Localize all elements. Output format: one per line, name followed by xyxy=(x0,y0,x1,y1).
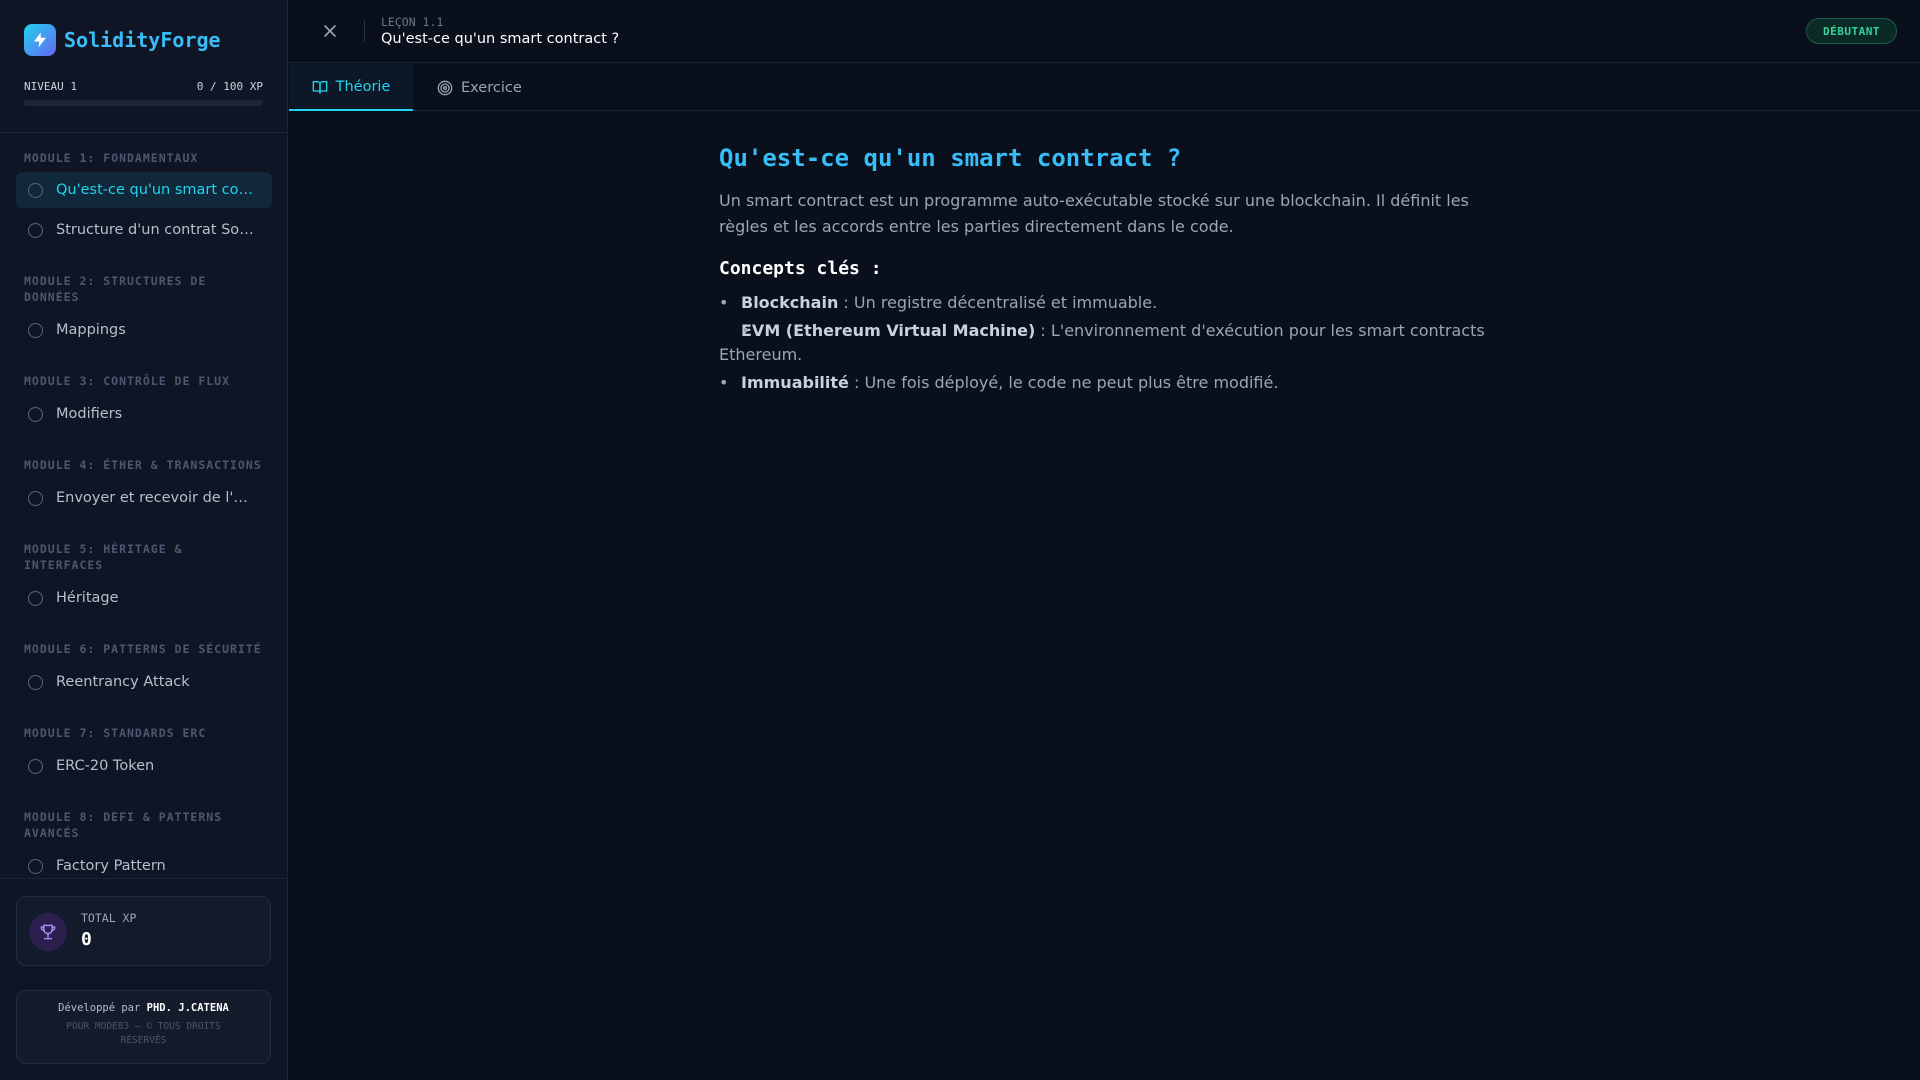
lesson-item-active[interactable]: Qu'est-ce qu'un smart contract ? xyxy=(16,172,272,208)
credits-rights: POUR MODE83 — © TOUS DROITS RÉSERVÉS xyxy=(66,1021,221,1046)
level-row: NIVEAU 1 0 / 100 XP xyxy=(24,80,263,93)
module-title: MODULE 8: DEFI & PATTERNS AVANCÉS xyxy=(24,810,223,840)
circle-icon xyxy=(28,490,43,506)
total-xp-value: 0 xyxy=(81,929,92,950)
lesson-label: Factory Pattern xyxy=(56,858,166,874)
sidebar: SolidityForge NIVEAU 1 0 / 100 XP MODULE… xyxy=(0,0,288,1080)
circle-icon xyxy=(28,858,43,874)
circle-icon xyxy=(28,758,43,774)
module-title: MODULE 2: STRUCTURES DE DONNÉES xyxy=(24,274,207,304)
level-label: NIVEAU 1 xyxy=(24,80,77,93)
module-title: MODULE 6: PATTERNS DE SÉCURITÉ xyxy=(24,642,262,656)
lesson-item[interactable]: Héritage xyxy=(16,580,272,616)
xp-progress-bar xyxy=(24,100,263,106)
module-title: MODULE 3: CONTRÔLE DE FLUX xyxy=(24,374,231,388)
lesson-label: Qu'est-ce qu'un smart contract ? xyxy=(56,182,256,198)
credits-line: Développé par PHD. J.CATENA xyxy=(17,1002,270,1014)
lesson-label: Reentrancy Attack xyxy=(56,674,190,690)
circle-icon xyxy=(28,182,43,198)
close-button[interactable] xyxy=(319,20,341,42)
concept-term: Blockchain xyxy=(741,293,839,312)
lesson-label: Mappings xyxy=(56,322,126,338)
lesson-item[interactable]: ERC-20 Token xyxy=(16,748,272,784)
lesson-label: Structure d'un contrat Solidity xyxy=(56,222,256,238)
target-icon xyxy=(437,80,453,96)
lesson-label: ERC-20 Token xyxy=(56,758,155,774)
circle-icon xyxy=(28,590,43,606)
circle-icon xyxy=(28,406,43,422)
lesson-content: Qu'est-ce qu'un smart contract ? Un smar… xyxy=(719,140,1499,399)
total-xp-card: TOTAL XP 0 xyxy=(16,896,271,966)
content-intro: Un smart contract est un programme auto-… xyxy=(719,191,1469,236)
lightning-icon xyxy=(24,24,56,56)
list-item: Blockchain : Un registre décentralisé et… xyxy=(719,291,1499,315)
brand[interactable]: SolidityForge xyxy=(24,24,221,56)
difficulty-badge: DÉBUTANT xyxy=(1806,18,1897,44)
module-title: MODULE 1: FONDAMENTAUX xyxy=(24,151,199,165)
lesson-label: Modifiers xyxy=(56,406,123,422)
circle-icon xyxy=(28,322,43,338)
lesson-label: Héritage xyxy=(56,590,119,606)
lesson-item[interactable]: Modifiers xyxy=(16,396,272,432)
trophy-icon xyxy=(29,913,67,951)
sidebar-divider xyxy=(0,878,287,879)
lesson-header: LEÇON 1.1 Qu'est-ce qu'un smart contract… xyxy=(289,0,1920,63)
lesson-item[interactable]: Structure d'un contrat Solidity xyxy=(16,212,272,248)
tab-bar: Théorie Exercice xyxy=(289,64,1920,111)
tab-exercise-label: Exercice xyxy=(461,79,522,96)
credits-prefix: Développé par xyxy=(58,1002,141,1014)
concept-term: Immuabilité xyxy=(741,373,849,392)
lesson-item[interactable]: Mappings xyxy=(16,312,272,348)
credits-author: PHD. J.CATENA xyxy=(146,1002,229,1014)
module-title: MODULE 5: HÉRITAGE & INTERFACES xyxy=(24,542,183,572)
concept-desc: : Un registre décentralisé et immuable. xyxy=(838,293,1158,312)
circle-icon xyxy=(28,222,43,238)
module-title: MODULE 4: ÉTHER & TRANSACTIONS xyxy=(24,458,262,472)
tab-theory[interactable]: Théorie xyxy=(289,64,413,111)
lesson-item[interactable]: Factory Pattern xyxy=(16,848,272,878)
credits-box: Développé par PHD. J.CATENA POUR MODE83 … xyxy=(16,990,271,1064)
list-item: EVM (Ethereum Virtual Machine) : L'envir… xyxy=(719,319,1499,367)
list-item: Immuabilité : Une fois déployé, le code … xyxy=(719,371,1499,395)
concept-term: EVM (Ethereum Virtual Machine) xyxy=(741,321,1036,340)
tab-theory-label: Théorie xyxy=(335,78,391,95)
tab-exercise[interactable]: Exercice xyxy=(437,64,547,111)
brand-name: SolidityForge xyxy=(64,28,221,52)
content-title: Qu'est-ce qu'un smart contract ? xyxy=(719,144,1182,172)
lesson-item[interactable]: Reentrancy Attack xyxy=(16,664,272,700)
total-xp-label: TOTAL XP xyxy=(81,911,137,925)
lesson-item[interactable]: Envoyer et recevoir de l'Ether xyxy=(16,480,272,516)
module-nav: MODULE 1: FONDAMENTAUX Qu'est-ce qu'un s… xyxy=(16,132,272,878)
concepts-list: Blockchain : Un registre décentralisé et… xyxy=(719,291,1499,395)
concept-desc: : Une fois déployé, le code ne peut plus… xyxy=(848,373,1279,392)
close-icon xyxy=(324,25,336,37)
module-title: MODULE 7: STANDARDS ERC xyxy=(24,726,207,740)
level-xp: 0 / 100 XP xyxy=(196,80,263,93)
circle-icon xyxy=(28,674,43,690)
header-divider xyxy=(364,20,365,42)
book-icon xyxy=(312,79,328,95)
lesson-number: LEÇON 1.1 xyxy=(381,15,444,29)
lesson-label: Envoyer et recevoir de l'Ether xyxy=(56,490,256,506)
lesson-title: Qu'est-ce qu'un smart contract ? xyxy=(381,31,620,47)
concepts-heading: Concepts clés : xyxy=(719,258,882,279)
